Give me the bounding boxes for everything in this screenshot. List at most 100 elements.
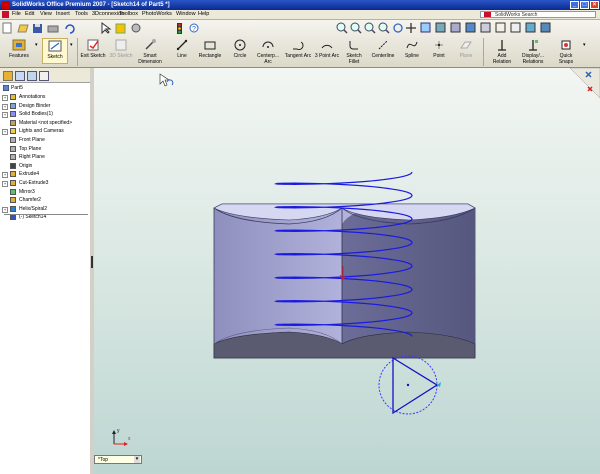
traffic-light-icon[interactable] <box>177 23 182 34</box>
feature-manager-tabs <box>0 68 90 83</box>
sketch-dropdown-icon[interactable]: ▾ <box>70 42 73 48</box>
line-icon <box>176 39 188 51</box>
rebuild-icon[interactable] <box>115 23 126 34</box>
perspective-icon[interactable] <box>510 22 521 33</box>
feature-manager-tab-icon[interactable] <box>3 71 13 81</box>
expand-toggle-icon[interactable]: + <box>2 172 8 179</box>
circle-button[interactable]: Circle <box>228 38 252 60</box>
3-point-arc-button[interactable]: 3 Point Arc <box>313 38 341 60</box>
tab-sketch[interactable]: Sketch <box>42 38 68 64</box>
tree-item-icon <box>10 197 16 204</box>
add-relation-icon <box>498 40 506 51</box>
circle-label: Circle <box>233 53 247 59</box>
zoom-to-area-icon[interactable] <box>350 22 362 34</box>
menu-file[interactable]: File <box>12 10 21 19</box>
graphics-area[interactable]: x y <box>94 68 600 474</box>
open-file-icon[interactable] <box>17 24 29 33</box>
help-icon[interactable]: ? <box>189 23 199 33</box>
confirmation-corner[interactable] <box>569 68 600 99</box>
exit-sketch-button[interactable]: Exit Sketch <box>80 38 106 60</box>
search-input[interactable]: SolidWorks Search <box>480 11 596 18</box>
undo-icon[interactable] <box>65 24 75 34</box>
expand-toggle-icon[interactable]: + <box>2 181 8 187</box>
expand-toggle-icon[interactable]: + <box>2 112 8 119</box>
smart-dimension-button[interactable]: Smart Dimension <box>136 38 164 65</box>
display-manager-tab-icon[interactable] <box>39 71 49 81</box>
view-orientation-dropdown-icon[interactable]: ▾ <box>134 456 140 463</box>
rectangle-button[interactable]: Rectangle <box>196 38 224 60</box>
zoom-to-fit-icon[interactable] <box>336 22 348 34</box>
menu-photoworks[interactable]: PhotoWorks <box>142 10 172 19</box>
new-file-icon[interactable] <box>2 22 12 34</box>
centerpoint-arc-button[interactable]: Centerp... Arc <box>254 38 282 65</box>
line-button[interactable]: Line <box>170 38 194 60</box>
3d-sketch-button[interactable]: 3D Sketch <box>108 38 134 60</box>
view-orientation-select[interactable]: *Top ▾ <box>94 455 142 464</box>
menu-view[interactable]: View <box>40 10 52 19</box>
select-arrow-icon[interactable] <box>101 22 112 35</box>
display-relations-button[interactable]: Display/... Relations <box>518 38 548 65</box>
save-icon[interactable] <box>33 24 42 33</box>
quick-snaps-dropdown-icon[interactable]: ▾ <box>583 42 586 48</box>
print-icon[interactable] <box>47 25 59 33</box>
expand-toggle-icon[interactable]: + <box>2 206 8 213</box>
shaded-icon[interactable] <box>465 22 476 33</box>
menu-insert[interactable]: Insert <box>56 10 70 19</box>
display-style-icon[interactable] <box>435 22 446 33</box>
menu-toolbox[interactable]: Toolbox <box>119 10 138 19</box>
view-orientation-icon[interactable] <box>540 22 551 33</box>
point-button[interactable]: Point <box>428 38 450 60</box>
tree-item-label: Mirror3 <box>19 188 35 195</box>
cube-icon[interactable] <box>525 22 536 33</box>
tangent-arc-button[interactable]: Tangent Arc <box>284 38 312 60</box>
expand-toggle-icon[interactable]: + <box>2 129 8 136</box>
tree-item-label: Top Plane <box>19 145 42 152</box>
title-bar: SolidWorks Office Premium 2007 - [Sketch… <box>0 0 600 10</box>
property-manager-tab-icon[interactable] <box>15 71 25 81</box>
menu-edit[interactable]: Edit <box>25 10 34 19</box>
3-point-arc-label: 3 Point Arc <box>314 53 340 59</box>
quick-snaps-button[interactable]: Quick Snaps <box>552 38 580 65</box>
toolbar-area: ? Features ▾ Sketch ▾ Exit Sketch 3D Ske… <box>0 20 600 68</box>
rectangle-icon <box>204 41 216 50</box>
zoom-to-selection-icon[interactable] <box>378 22 390 34</box>
rollback-bar[interactable] <box>4 214 88 215</box>
expand-toggle-icon[interactable]: + <box>2 103 8 110</box>
svg-text:?: ? <box>192 26 196 33</box>
minimize-button[interactable]: _ <box>570 1 579 9</box>
window-title: SolidWorks Office Premium 2007 - [Sketch… <box>12 2 170 8</box>
menu-tools[interactable]: Tools <box>75 10 88 19</box>
add-relation-button[interactable]: Add Relation <box>488 38 516 65</box>
toolbar-separator <box>483 38 484 66</box>
pan-icon[interactable] <box>406 23 416 33</box>
sketch-fillet-button[interactable]: Sketch Fillet <box>342 38 366 65</box>
configuration-manager-tab-icon[interactable] <box>27 71 37 81</box>
rotate-view-icon[interactable] <box>393 23 403 33</box>
close-button[interactable]: × <box>590 1 599 9</box>
expand-toggle-icon[interactable]: + <box>2 95 8 101</box>
hidden-lines-icon[interactable] <box>480 22 491 33</box>
toolbar-separator <box>77 38 78 66</box>
smart-dimension-label: Smart Dimension <box>138 53 162 65</box>
quick-snaps-label: Quick Snaps <box>558 53 574 65</box>
tab-features[interactable]: Features <box>6 38 32 60</box>
sketch-circle-with-triangle[interactable] <box>378 355 441 415</box>
model-view[interactable]: x y <box>94 68 600 474</box>
section-view-icon[interactable] <box>450 22 461 33</box>
menu-window[interactable]: Window <box>176 10 196 19</box>
menu-help[interactable]: Help <box>198 10 209 19</box>
features-dropdown-icon[interactable]: ▾ <box>35 42 38 48</box>
centerline-button[interactable]: Centerline <box>370 38 396 60</box>
options-icon[interactable] <box>131 23 141 33</box>
splitter-handle-icon[interactable] <box>91 256 93 268</box>
maximize-button[interactable]: □ <box>580 1 589 9</box>
wireframe-icon[interactable] <box>495 22 506 33</box>
tree-item-icon <box>10 119 16 126</box>
zoom-in-out-icon[interactable] <box>364 22 376 34</box>
standard-views-icon[interactable] <box>420 22 431 33</box>
spline-button[interactable]: Spline <box>400 38 424 60</box>
part-icon <box>3 85 9 91</box>
sketch-tab-label: Sketch <box>47 54 63 60</box>
hex-nut-body[interactable] <box>213 203 476 359</box>
plane-button[interactable]: Plane <box>454 38 478 60</box>
